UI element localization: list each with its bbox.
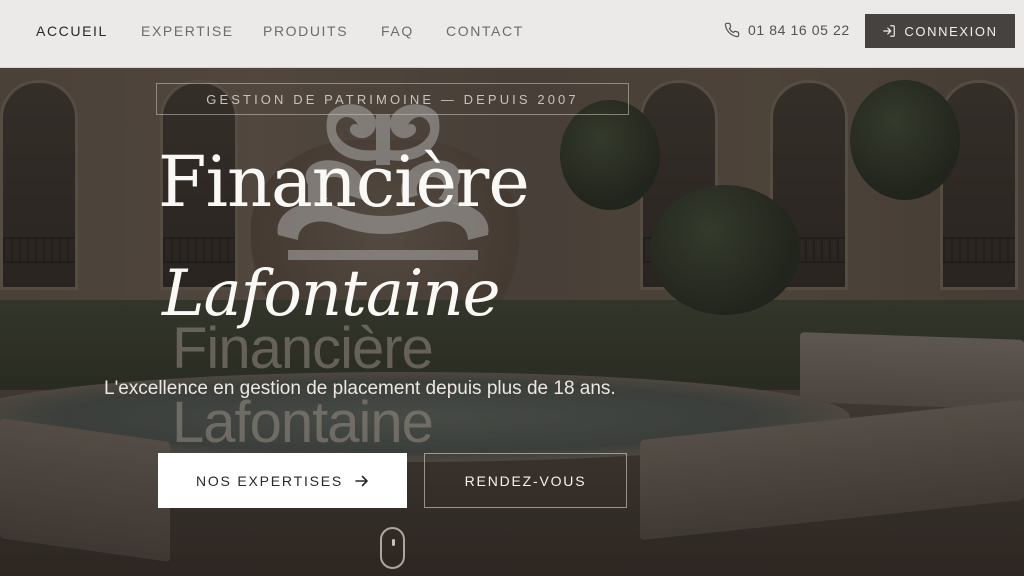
login-icon bbox=[883, 25, 896, 37]
rendez-vous-button-label: RENDEZ-VOUS bbox=[464, 472, 587, 489]
arrow-right-icon bbox=[355, 475, 368, 486]
tagline: GESTION DE PATRIMOINE — DEPUIS 2007 bbox=[206, 91, 579, 107]
login-button[interactable]: CONNEXION bbox=[865, 14, 1015, 48]
nav-link-accueil[interactable]: ACCUEIL bbox=[36, 23, 108, 39]
hero-title-italic: Lafontaine bbox=[162, 257, 501, 331]
login-button-label: CONNEXION bbox=[904, 23, 998, 39]
nav-link-contact[interactable]: CONTACT bbox=[446, 23, 524, 39]
expertises-button-label: NOS EXPERTISES bbox=[195, 472, 344, 489]
nav-link-expertise[interactable]: EXPERTISE bbox=[141, 23, 234, 39]
expertises-button[interactable]: NOS EXPERTISES bbox=[158, 453, 407, 508]
hero-section: Financière Lafontaine GESTION DE PATRIMO… bbox=[0, 0, 1024, 576]
rendez-vous-button[interactable]: RENDEZ-VOUS bbox=[424, 453, 627, 508]
top-navbar: ACCUEIL EXPERTISE PRODUITS FAQ CONTACT 0… bbox=[0, 0, 1024, 68]
mouse-scroll-icon[interactable] bbox=[380, 527, 405, 569]
hero-subtitle: L'excellence en gestion de placement dep… bbox=[104, 378, 616, 399]
phone-link[interactable]: 01 84 16 05 22 bbox=[724, 22, 850, 38]
scroll-wheel-dot bbox=[392, 539, 395, 546]
hero-title: Financière bbox=[158, 141, 530, 223]
phone-number: 01 84 16 05 22 bbox=[748, 22, 850, 38]
tagline-box: GESTION DE PATRIMOINE — DEPUIS 2007 bbox=[156, 83, 629, 115]
nav-link-faq[interactable]: FAQ bbox=[381, 23, 414, 39]
nav-link-produits[interactable]: PRODUITS bbox=[263, 23, 348, 39]
phone-icon bbox=[724, 22, 740, 38]
watermark-text: Lafontaine bbox=[172, 390, 434, 455]
